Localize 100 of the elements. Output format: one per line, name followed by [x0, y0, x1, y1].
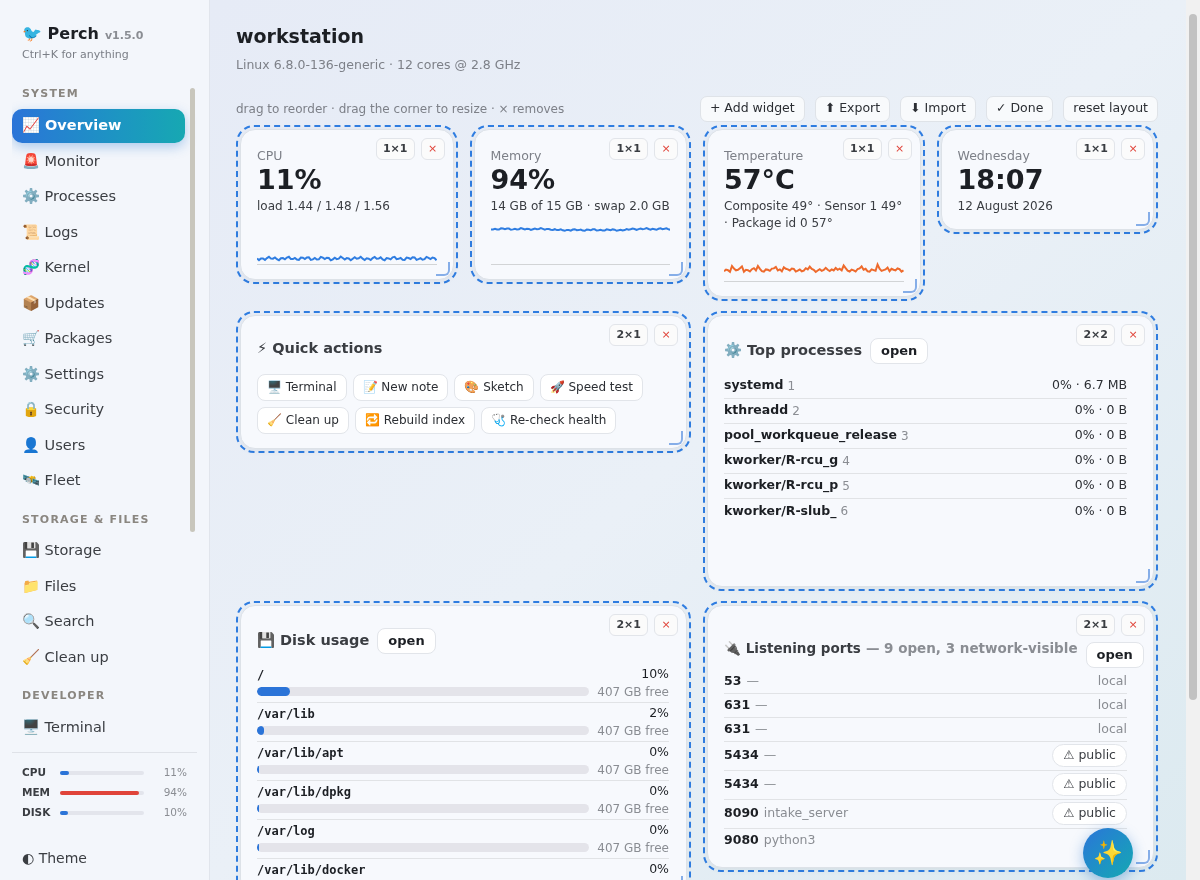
process-name: — — [755, 719, 768, 738]
version-label: v1.5.0 — [104, 28, 144, 44]
size-button[interactable]: 1×1 — [1076, 137, 1115, 160]
meter-reading: 11% — [163, 765, 187, 781]
size-button[interactable]: 2×1 — [1076, 613, 1115, 636]
nav-item[interactable]: 📈 Overview — [12, 109, 185, 143]
exposure-label: local — [1097, 671, 1127, 690]
meter-reading: 94% — [163, 785, 187, 801]
meter-label: DISK — [22, 805, 52, 821]
widget-label: Memory — [490, 147, 542, 164]
close-button[interactable]: × — [1121, 137, 1145, 160]
toolbar-button[interactable]: ⬆ Export — [814, 95, 891, 122]
nav-item[interactable]: 🔒 Security — [12, 393, 185, 427]
stat-value: 94% — [490, 163, 556, 196]
process-name: kworker/R-slub_ — [724, 501, 837, 521]
action-button[interactable]: 🚀 Speed test — [539, 373, 643, 401]
action-button[interactable]: 📝 New note — [352, 373, 449, 401]
close-button[interactable]: × — [1121, 613, 1145, 636]
action-button[interactable]: 🔁 Rebuild index — [354, 406, 476, 434]
process-usage: 0% · 0 B — [1074, 501, 1127, 520]
section-heading: SYSTEM — [21, 85, 80, 102]
free-space: 407 GB free — [597, 800, 669, 818]
section-heading: STORAGE & FILES — [21, 511, 151, 528]
action-button[interactable]: 🎨 Sketch — [454, 373, 534, 401]
mount-path: /var/lib/dpkg — [257, 783, 351, 801]
ports-summary: — 9 open, 3 network-visible — [865, 638, 1078, 658]
usage-percent: 0% — [649, 821, 669, 840]
process-usage: 0% · 0 B — [1074, 451, 1127, 470]
nav-item[interactable]: 🛰 Fleet — [12, 464, 185, 498]
usage-percent: 2% — [649, 704, 669, 723]
mount-path: /var/lib/docker — [257, 861, 366, 879]
nav-item[interactable]: 🛒 Packages — [12, 322, 185, 356]
open-button[interactable]: open — [870, 337, 929, 364]
stat-detail: 12 August 2026 — [957, 197, 1054, 215]
action-button[interactable]: 🩺 Re-check health — [481, 406, 617, 434]
process-usage: 0% · 0 B — [1074, 476, 1127, 495]
nav-item[interactable]: 📦 Updates — [12, 286, 185, 321]
exposure-label: local — [1097, 719, 1127, 738]
free-space: 407 GB free — [597, 683, 669, 701]
brand-name: 🐦 Perch — [22, 23, 99, 45]
open-button[interactable]: open — [1085, 641, 1144, 668]
toolbar-button[interactable]: ✓ Done — [986, 95, 1054, 122]
process-name: — — [763, 775, 777, 794]
free-space: 407 GB free — [597, 722, 669, 740]
toolbar-button[interactable]: reset layout — [1063, 95, 1158, 122]
nav-item[interactable]: 🧬 Kernel — [12, 251, 185, 285]
toolbar-button[interactable]: + Add widget — [699, 95, 805, 122]
port-number: 5434 — [724, 746, 759, 765]
widget-title: 🔌 Listening ports — [724, 638, 861, 658]
size-button[interactable]: 2×2 — [1076, 323, 1115, 346]
process-name: python3 — [763, 831, 816, 850]
port-number: 8090 — [724, 804, 759, 823]
process-name: pool_workqueue_release — [724, 426, 897, 445]
close-button[interactable]: × — [1121, 323, 1145, 346]
size-button[interactable]: 1×1 — [609, 137, 648, 160]
theme-button[interactable]: ◐ Theme — [12, 847, 87, 869]
process-usage: 0% · 6.7 MB — [1052, 376, 1127, 395]
usage-percent: 0% — [649, 782, 669, 801]
nav-item[interactable]: 🧹 Clean up — [12, 640, 185, 675]
stat-detail: 14 GB of 15 GB · swap 2.0 GB — [490, 197, 670, 215]
nav-item[interactable]: 👤 Users — [12, 428, 185, 463]
size-button[interactable]: 2×1 — [609, 613, 648, 636]
size-button[interactable]: 1×1 — [375, 137, 415, 160]
usage-percent: 10% — [641, 665, 669, 684]
nav-item[interactable]: 🔍 Search — [12, 605, 185, 639]
nav-item[interactable]: 🚨 Monitor — [12, 144, 185, 179]
usage-percent: 0% — [649, 743, 669, 762]
process-name: kthreadd — [724, 401, 789, 420]
nav-item[interactable]: 📁 Files — [12, 569, 185, 604]
mount-path: /var/log — [257, 822, 315, 840]
nav-item[interactable]: 💾 Storage — [12, 534, 185, 568]
widget-title: 💾 Disk usage — [257, 630, 370, 650]
mount-path: /var/lib/apt — [257, 744, 344, 762]
action-button[interactable]: 🖥 Terminal — [257, 373, 347, 401]
nav-item[interactable]: 🖥 Terminal — [12, 710, 185, 744]
open-button[interactable]: open — [377, 627, 436, 654]
stat-value: 57°C — [724, 163, 795, 196]
stat-value: 18:07 — [957, 163, 1044, 196]
nav-item[interactable]: ⚙ Settings — [12, 357, 185, 392]
toolbar-button[interactable]: ⬇ Import — [900, 95, 976, 122]
close-button[interactable]: × — [654, 613, 678, 636]
process-name: — — [755, 695, 768, 714]
process-name: systemd — [724, 376, 784, 395]
meter-label: MEM — [22, 785, 52, 801]
port-number: 5434 — [724, 775, 759, 794]
close-button[interactable]: × — [654, 137, 678, 160]
page-title: workstation — [236, 24, 364, 48]
widget-title: ⚙ Top processes — [724, 340, 863, 360]
free-space: 407 GB free — [597, 761, 669, 779]
action-button[interactable]: 🧹 Clean up — [257, 406, 349, 434]
size-button[interactable]: 1×1 — [842, 137, 882, 160]
process-usage: 0% · 0 B — [1074, 401, 1127, 420]
meter-label: CPU — [22, 765, 47, 781]
public-badge: ⚠ public — [1052, 744, 1127, 768]
close-button[interactable]: × — [420, 137, 445, 160]
close-button[interactable]: × — [887, 137, 912, 160]
size-button[interactable]: 2×1 — [609, 323, 648, 346]
close-button[interactable]: × — [654, 323, 678, 346]
nav-item[interactable]: ⚙ Processes — [12, 180, 185, 214]
nav-item[interactable]: 📜 Logs — [12, 215, 185, 250]
